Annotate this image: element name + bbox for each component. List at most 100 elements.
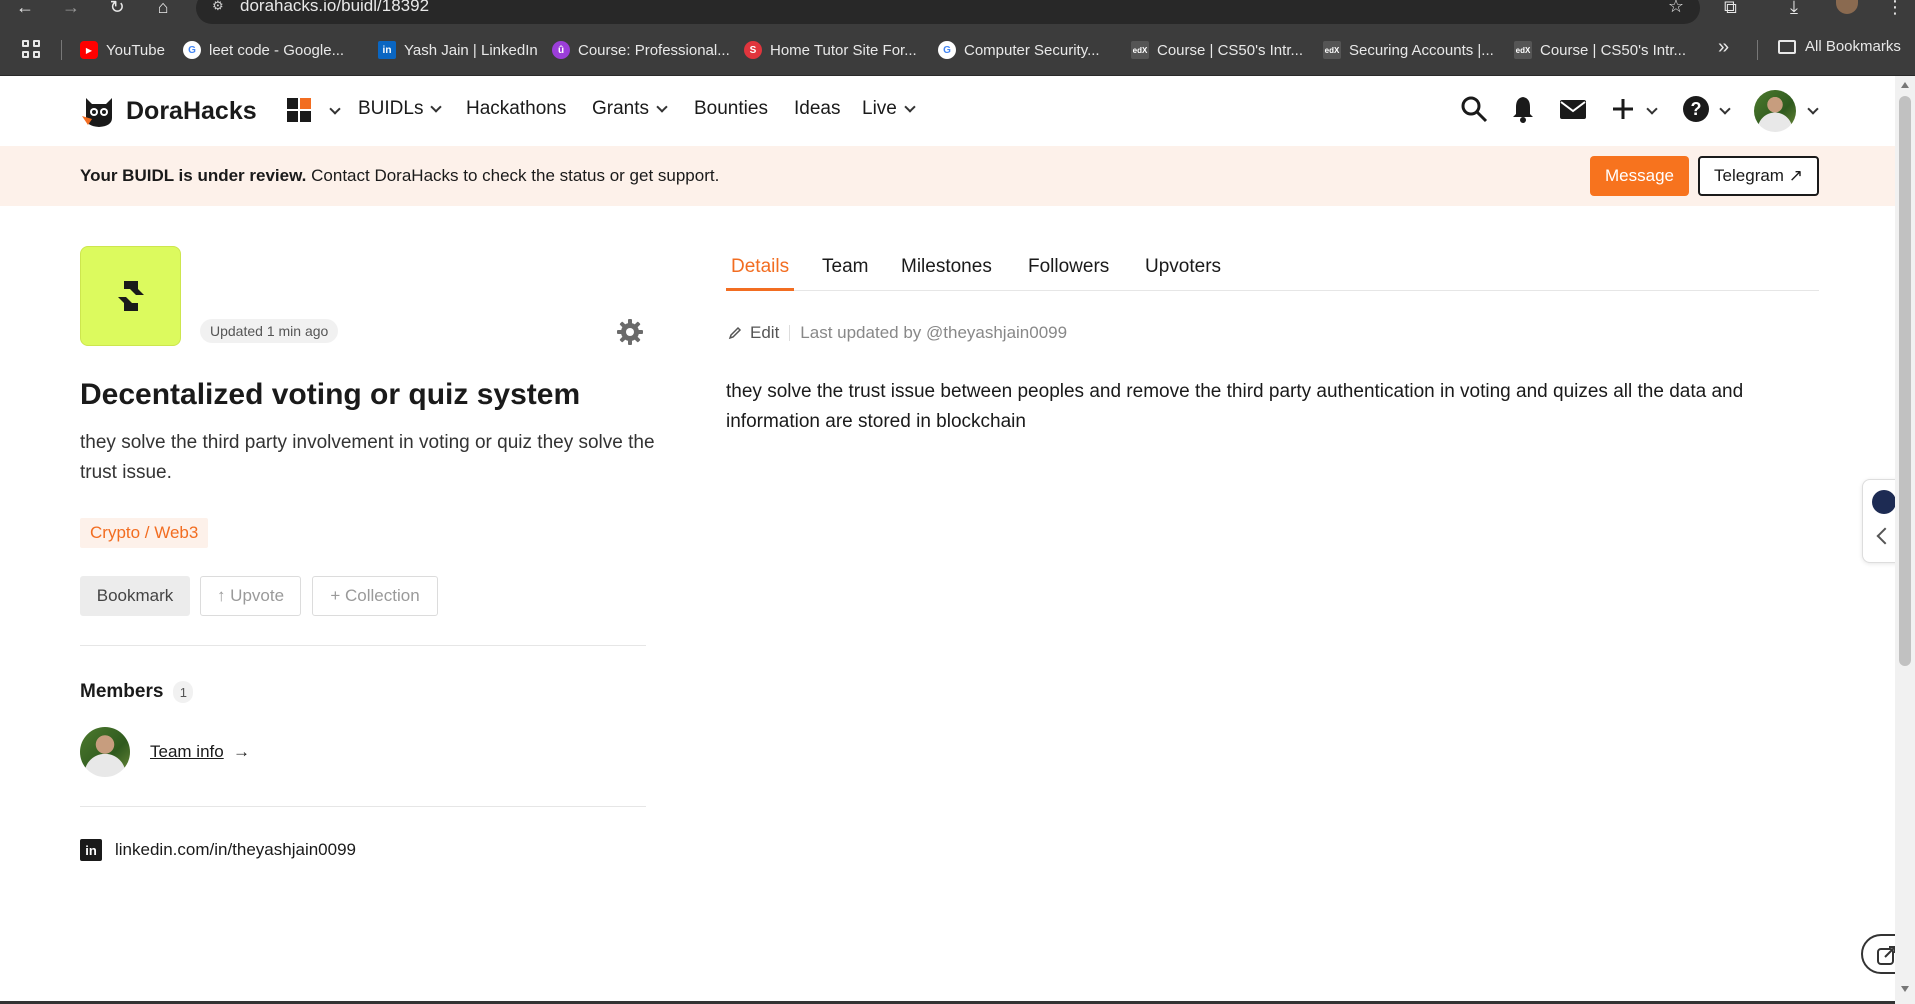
tutor-site-icon: S: [744, 41, 762, 59]
scroll-thumb[interactable]: [1899, 96, 1911, 666]
project-description: they solve the third party involvement i…: [80, 432, 655, 483]
chevron-down-icon: [656, 100, 668, 113]
nav-bounties[interactable]: Bounties: [694, 98, 768, 120]
page-scrollbar[interactable]: [1895, 76, 1915, 1004]
apps-grid-icon[interactable]: [22, 40, 42, 60]
menu-dots-icon[interactable]: ⋮: [1886, 0, 1904, 16]
banner-bold-text: Your BUIDL is under review.: [80, 166, 307, 185]
bookmark-item[interactable]: ▶ YouTube: [80, 38, 165, 62]
tab-details[interactable]: Details: [726, 256, 795, 291]
bookmark-item[interactable]: Gleet code - Google...: [183, 38, 344, 62]
edit-link[interactable]: Edit: [750, 323, 779, 343]
bookmark-item[interactable]: S Home Tutor Site For...: [744, 38, 917, 62]
section-divider: [80, 806, 646, 807]
add-collection-button[interactable]: + Collection: [312, 576, 438, 616]
bookmark-item[interactable]: in Yash Jain | LinkedIn: [378, 38, 538, 62]
url-text: dorahacks.io/buidl/18392: [240, 0, 430, 15]
upvote-button[interactable]: ↑ Upvote: [200, 576, 301, 616]
tab-followers[interactable]: Followers: [1023, 256, 1114, 291]
nav-label: Bounties: [694, 98, 768, 119]
tab-upvoters[interactable]: Upvoters: [1140, 256, 1226, 291]
banner-body-text: Contact DoraHacks to check the status or…: [306, 166, 720, 185]
reload-icon[interactable]: ↻: [104, 0, 130, 20]
search-icon[interactable]: [1459, 94, 1489, 124]
bookmark-item[interactable]: edX Course | CS50's Intr...: [1131, 38, 1303, 62]
owl-logo-icon: [80, 92, 118, 130]
chevron-down-icon: [904, 100, 916, 113]
chevron-down-icon: [430, 100, 443, 113]
bookmark-label: Securing Accounts |...: [1349, 41, 1494, 59]
edx-icon: edX: [1514, 41, 1532, 59]
nav-buidls[interactable]: BUIDLs: [358, 98, 443, 120]
products-grid-icon[interactable]: [287, 98, 313, 124]
chevron-down-icon[interactable]: [329, 103, 341, 115]
user-avatar[interactable]: [1754, 90, 1796, 132]
project-logo-icon: [117, 281, 144, 311]
message-button[interactable]: Message: [1590, 156, 1689, 196]
forward-arrow-icon[interactable]: →: [58, 0, 84, 20]
plus-icon[interactable]: [1608, 94, 1638, 124]
linkedin-icon: in: [378, 41, 396, 59]
bookmark-item[interactable]: edX Course | CS50's Intr...: [1514, 38, 1686, 62]
team-info-link[interactable]: Team info: [150, 742, 224, 762]
pencil-icon[interactable]: [728, 326, 742, 340]
bookmark-label: Course | CS50's Intr...: [1540, 41, 1686, 59]
tab-milestones[interactable]: Milestones: [896, 256, 997, 291]
updated-badge: Updated 1 min ago: [200, 319, 339, 343]
scroll-up-arrow-icon[interactable]: [1901, 82, 1909, 88]
help-icon[interactable]: ?: [1681, 94, 1711, 124]
bookmark-label: Computer Security...: [964, 41, 1100, 59]
dorahacks-logo[interactable]: DoraHacks: [80, 92, 257, 130]
home-icon[interactable]: ⌂: [150, 0, 176, 20]
assistant-icon[interactable]: [1872, 490, 1896, 514]
download-icon[interactable]: ⤓: [1790, 0, 1798, 16]
chevron-down-icon[interactable]: [1719, 103, 1731, 115]
bookmark-label: YouTube: [106, 41, 165, 59]
nav-label: Hackathons: [466, 98, 567, 119]
edit-separator: [789, 325, 791, 341]
svg-text:?: ?: [1691, 99, 1702, 119]
mail-icon[interactable]: [1558, 94, 1588, 124]
extensions-icon[interactable]: ⧉: [1724, 0, 1737, 16]
tab-team[interactable]: Team: [817, 256, 873, 291]
nav-live[interactable]: Live: [862, 98, 916, 120]
chevron-left-icon[interactable]: [1876, 527, 1894, 545]
member-avatar[interactable]: [80, 727, 130, 777]
nav-label: Ideas: [794, 98, 841, 119]
bookmarks-bar: ▶ YouTube Gleet code - Google... in Yash Jai…: [0, 24, 1915, 76]
bell-icon[interactable]: [1508, 94, 1538, 124]
bookmark-item[interactable]: G Computer Security...: [938, 38, 1100, 62]
folder-icon: [1778, 39, 1796, 54]
edit-row: Edit Last updated by @theyashjain0099: [728, 323, 1067, 343]
bookmark-button[interactable]: Bookmark: [80, 576, 190, 616]
category-tag[interactable]: Crypto / Web3: [80, 518, 209, 548]
site-settings-icon[interactable]: ⚙: [212, 0, 224, 14]
nav-label: BUIDLs: [358, 98, 424, 119]
bookmark-label: Course: Professional...: [578, 41, 730, 59]
profile-avatar[interactable]: [1836, 0, 1858, 14]
all-bookmarks-button[interactable]: All Bookmarks: [1778, 38, 1901, 55]
back-arrow-icon[interactable]: ←: [12, 0, 38, 20]
nav-ideas[interactable]: Ideas: [794, 98, 840, 120]
chevron-down-icon[interactable]: [1646, 103, 1658, 115]
bookmark-item[interactable]: edX Securing Accounts |...: [1323, 38, 1494, 62]
bookmark-label: leet code - Google...: [209, 41, 345, 59]
site-header: DoraHacks BUIDLs Hackathons Grants Bounties…: [0, 76, 1895, 146]
bookmarks-separator: [1757, 40, 1758, 60]
youtube-icon: ▶: [80, 41, 98, 59]
nav-grants[interactable]: Grants: [592, 98, 668, 120]
more-bookmarks-button[interactable]: »: [1718, 36, 1729, 59]
nav-label: Live: [862, 98, 897, 119]
bookmark-item[interactable]: û Course: Professional...: [552, 38, 730, 62]
arrow-right-icon[interactable]: →: [233, 742, 250, 762]
project-title: Decentalized voting or quiz system: [80, 378, 581, 411]
telegram-button[interactable]: Telegram ↗: [1698, 156, 1819, 196]
nav-hackathons[interactable]: Hackathons: [466, 98, 566, 120]
address-bar[interactable]: ⚙ dorahacks.io/buidl/18392 ☆: [196, 0, 1700, 24]
scroll-down-arrow-icon[interactable]: [1901, 986, 1909, 992]
linkedin-link[interactable]: in linkedin.com/in/theyashjain0099: [80, 839, 356, 861]
star-icon[interactable]: ☆: [1668, 0, 1684, 17]
google-icon: G: [183, 41, 201, 59]
chevron-down-icon[interactable]: [1807, 103, 1819, 115]
gear-icon[interactable]: [616, 318, 644, 346]
